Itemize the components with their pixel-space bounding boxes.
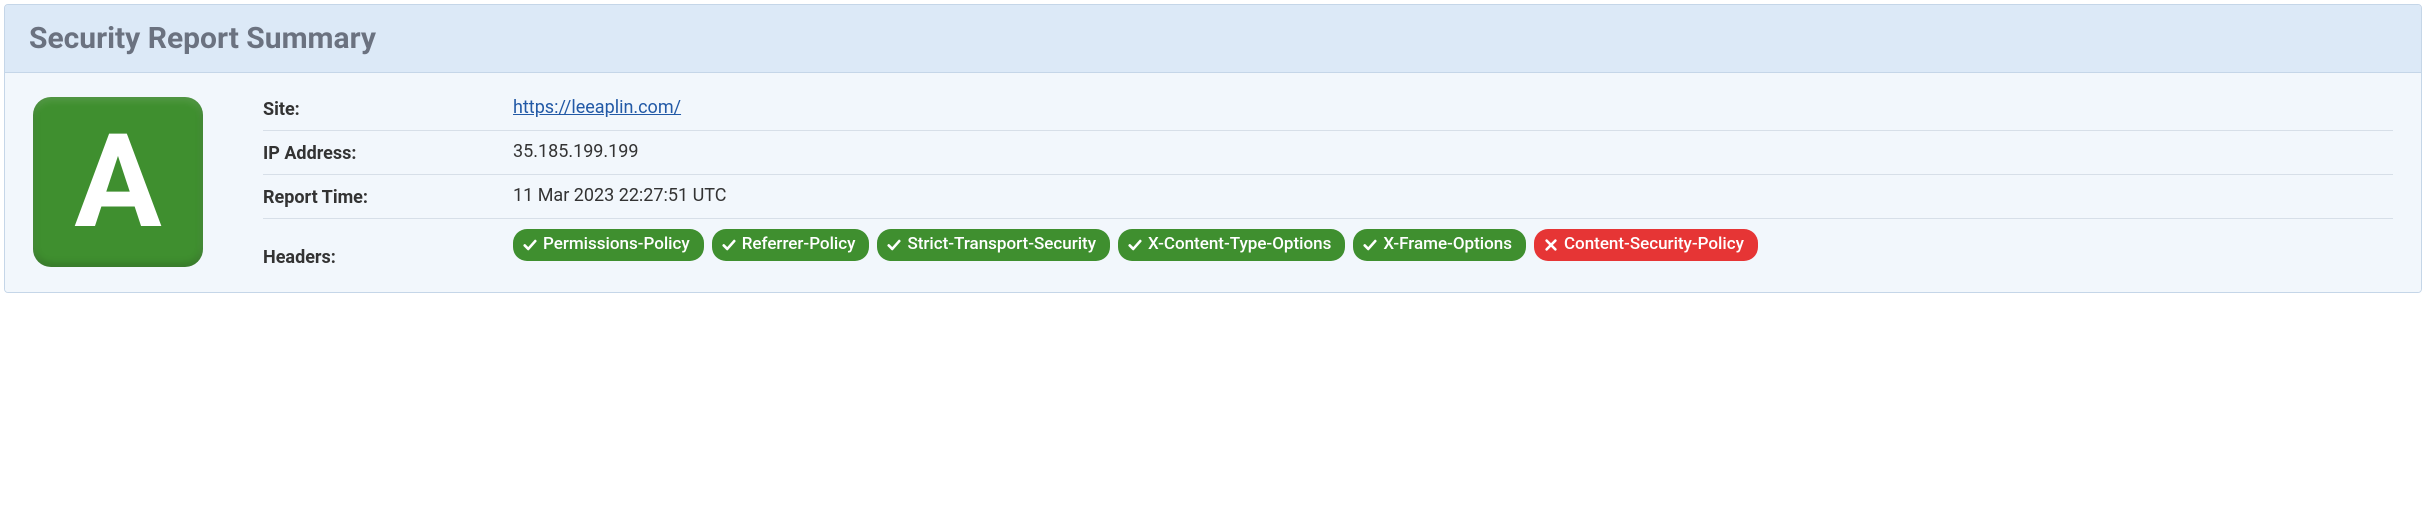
check-icon <box>887 238 901 252</box>
header-badge-permissions-policy: Permissions-Policy <box>513 229 704 261</box>
cross-icon <box>1544 238 1558 252</box>
header-badge-x-frame-options: X-Frame-Options <box>1353 229 1526 261</box>
header-badge-label: X-Frame-Options <box>1383 233 1512 257</box>
header-badge-label: Referrer-Policy <box>742 233 856 257</box>
check-icon <box>722 238 736 252</box>
row-ip: IP Address: 35.185.199.199 <box>263 130 2393 174</box>
row-time: Report Time: 11 Mar 2023 22:27:51 UTC <box>263 174 2393 218</box>
row-headers: Headers: Permissions-Policy Referrer-Poli… <box>263 218 2393 268</box>
panel-body: A Site: https://leeaplin.com/ IP Address… <box>5 73 2421 292</box>
row-site: Site: https://leeaplin.com/ <box>263 97 2393 130</box>
value-headers: Permissions-Policy Referrer-Policy Strict-… <box>513 229 2393 261</box>
site-link[interactable]: https://leeaplin.com/ <box>513 97 681 118</box>
panel-title: Security Report Summary <box>29 21 2397 56</box>
header-badge-x-content-type-options: X-Content-Type-Options <box>1118 229 1345 261</box>
label-headers: Headers: <box>263 229 513 268</box>
value-site: https://leeaplin.com/ <box>513 97 2393 118</box>
header-badge-label: Strict-Transport-Security <box>907 233 1096 257</box>
header-badges: Permissions-Policy Referrer-Policy Strict-… <box>513 229 2393 261</box>
header-badge-label: Permissions-Policy <box>543 233 690 257</box>
value-ip: 35.185.199.199 <box>513 141 2393 162</box>
panel-header: Security Report Summary <box>5 5 2421 73</box>
header-badge-label: X-Content-Type-Options <box>1148 233 1331 257</box>
security-report-panel: Security Report Summary A Site: https://… <box>4 4 2422 293</box>
label-ip: IP Address: <box>263 141 513 164</box>
check-icon <box>1128 238 1142 252</box>
details-table: Site: https://leeaplin.com/ IP Address: … <box>263 97 2393 268</box>
grade-letter: A <box>74 117 161 247</box>
value-time: 11 Mar 2023 22:27:51 UTC <box>513 185 2393 206</box>
label-site: Site: <box>263 97 513 120</box>
header-badge-content-security-policy: Content-Security-Policy <box>1534 229 1758 261</box>
header-badge-strict-transport-security: Strict-Transport-Security <box>877 229 1110 261</box>
grade-badge: A <box>33 97 203 267</box>
label-time: Report Time: <box>263 185 513 208</box>
header-badge-referrer-policy: Referrer-Policy <box>712 229 870 261</box>
header-badge-label: Content-Security-Policy <box>1564 233 1744 257</box>
check-icon <box>523 238 537 252</box>
check-icon <box>1363 238 1377 252</box>
